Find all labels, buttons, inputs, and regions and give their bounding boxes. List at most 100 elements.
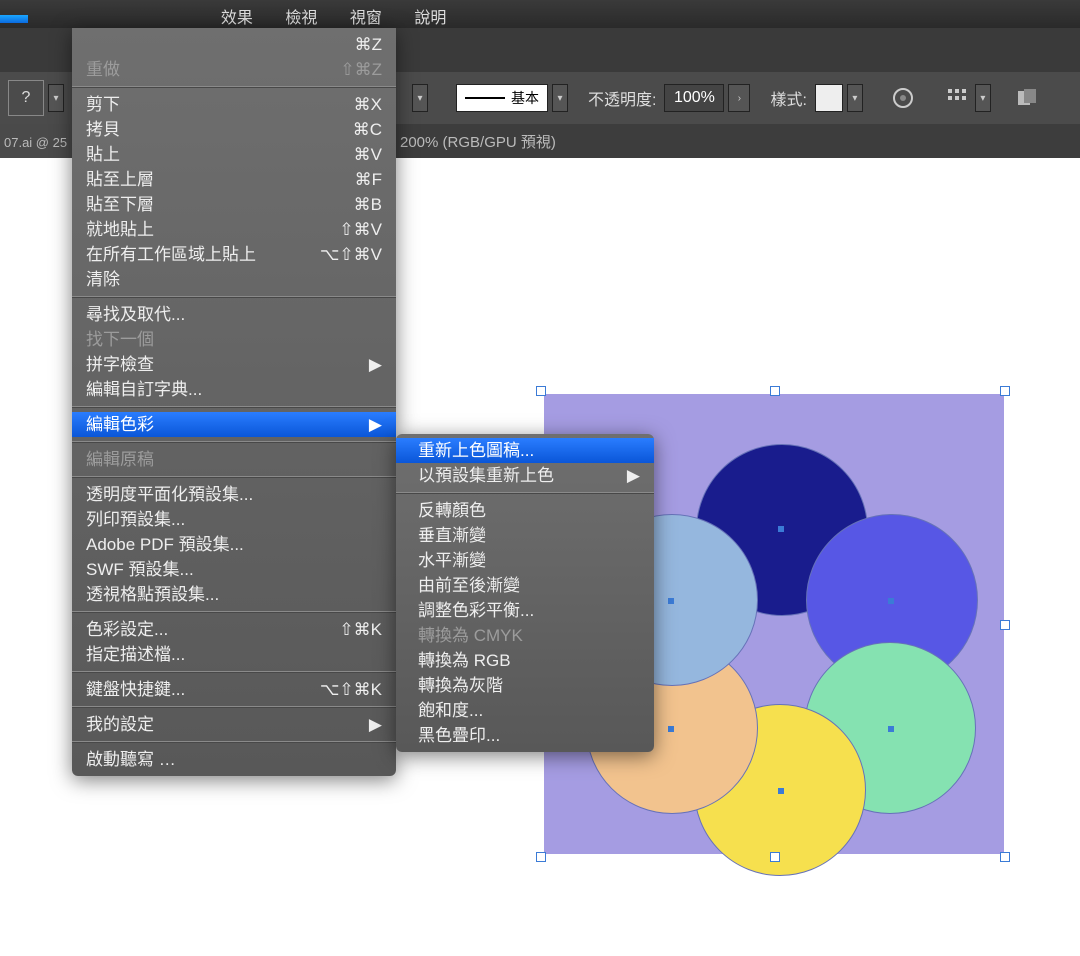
menu-paste-back[interactable]: 貼至下層⌘B [72, 192, 396, 217]
opacity-label: 不透明度: [584, 86, 660, 110]
menu-custom-dict[interactable]: 編輯自訂字典... [72, 377, 396, 402]
align-dropdown[interactable]: ▾ [975, 84, 991, 112]
opacity-more-button[interactable]: › [728, 84, 750, 112]
menu-paste-all[interactable]: 在所有工作區域上貼上⌥⇧⌘V [72, 242, 396, 267]
menu-label: 尋找及取代... [86, 305, 185, 324]
menu-separator [72, 406, 396, 408]
submenu-recolor-preset[interactable]: 以預設集重新上色 ▶ [396, 463, 654, 488]
selection-handle[interactable] [1000, 852, 1010, 862]
menubar-active-item[interactable] [0, 15, 28, 23]
submenu-convert-rgb[interactable]: 轉換為 RGB [396, 648, 654, 673]
menu-color-settings[interactable]: 色彩設定... ⇧⌘K [72, 617, 396, 642]
menu-label: 拼字檢查 [86, 355, 154, 374]
help-dropdown[interactable]: ▾ [48, 84, 64, 112]
selection-center-point [888, 726, 894, 732]
menu-paste-front[interactable]: 貼至上層⌘F [72, 167, 396, 192]
style-dropdown[interactable]: ▾ [847, 84, 863, 112]
menu-clear[interactable]: 清除 [72, 267, 396, 292]
selection-handle[interactable] [1000, 620, 1010, 630]
menu-label: 飽和度... [418, 701, 483, 720]
menu-label: 我的設定 [86, 715, 154, 734]
menu-label: 拷貝 [86, 120, 120, 139]
arrange-icon[interactable] [1013, 84, 1041, 112]
stroke-menu-button[interactable]: ▾ [412, 84, 428, 112]
menu-copy[interactable]: 拷貝⌘C [72, 117, 396, 142]
stroke-preset-dropdown[interactable]: ▾ [552, 84, 568, 112]
menu-keyboard-shortcuts[interactable]: 鍵盤快捷鍵...⌥⇧⌘K [72, 677, 396, 702]
submenu-invert-colors[interactable]: 反轉顏色 [396, 498, 654, 523]
menu-my-settings[interactable]: 我的設定 ▶ [72, 712, 396, 737]
menu-cut[interactable]: 剪下 ⌘X [72, 92, 396, 117]
menu-undo[interactable]: ⌘Z [72, 32, 396, 57]
menu-pdf-preset[interactable]: Adobe PDF 預設集... [72, 532, 396, 557]
menu-label: 轉換為 RGB [418, 651, 511, 670]
menu-shortcut: ⌘X [354, 92, 382, 117]
menu-label: 透視格點預設集... [86, 585, 219, 604]
help-button[interactable]: ? [8, 80, 44, 116]
submenu-convert-grayscale[interactable]: 轉換為灰階 [396, 673, 654, 698]
menu-label: 黑色疊印... [418, 726, 500, 745]
submenu-convert-cmyk: 轉換為 CMYK [396, 623, 654, 648]
menu-print-preset[interactable]: 列印預設集... [72, 507, 396, 532]
menu-label: 鍵盤快捷鍵... [86, 680, 185, 699]
menu-label: 清除 [86, 270, 120, 289]
menu-swf-preset[interactable]: SWF 預設集... [72, 557, 396, 582]
menu-start-dictation[interactable]: 啟動聽寫 … [72, 747, 396, 772]
document-tab-left[interactable]: 07.ai @ 25 [0, 124, 76, 160]
menu-transparency-preset[interactable]: 透明度平面化預設集... [72, 482, 396, 507]
menu-shortcut: ⌘V [354, 142, 382, 167]
menu-spell-check[interactable]: 拼字檢查▶ [72, 352, 396, 377]
menu-separator [72, 611, 396, 613]
selection-handle[interactable] [536, 386, 546, 396]
chevron-right-icon: ▶ [627, 463, 640, 488]
menu-paste[interactable]: 貼上⌘V [72, 142, 396, 167]
selection-center-point [668, 598, 674, 604]
style-swatch[interactable] [815, 84, 843, 112]
selection-center-point [888, 598, 894, 604]
menu-label: 以預設集重新上色 [418, 466, 554, 485]
menu-label: 編輯原稿 [86, 450, 154, 469]
menu-separator [72, 441, 396, 443]
selection-handle[interactable] [1000, 386, 1010, 396]
menu-assign-profile[interactable]: 指定描述檔... [72, 642, 396, 667]
submenu-color-balance[interactable]: 調整色彩平衡... [396, 598, 654, 623]
menu-separator [396, 492, 654, 494]
submenu-overprint-black[interactable]: 黑色疊印... [396, 723, 654, 748]
chevron-right-icon: ▶ [369, 412, 382, 437]
menu-label: 調整色彩平衡... [418, 601, 534, 620]
stroke-style-preview[interactable]: 基本 [456, 84, 548, 112]
menu-label: 剪下 [86, 95, 120, 114]
menu-edit-original: 編輯原稿 [72, 447, 396, 472]
selection-handle[interactable] [770, 386, 780, 396]
submenu-blend-front-back[interactable]: 由前至後漸變 [396, 573, 654, 598]
submenu-saturate[interactable]: 飽和度... [396, 698, 654, 723]
menu-find-replace[interactable]: 尋找及取代... [72, 302, 396, 327]
menu-label: 轉換為灰階 [418, 676, 503, 695]
menu-shortcut: ⇧⌘K [339, 617, 382, 642]
align-icon[interactable] [943, 84, 971, 112]
chevron-right-icon: ▶ [369, 712, 382, 737]
selection-handle[interactable] [536, 852, 546, 862]
menu-shortcut: ⌘Z [355, 32, 382, 57]
menu-label: 水平漸變 [418, 551, 486, 570]
submenu-blend-vertical[interactable]: 垂直漸變 [396, 523, 654, 548]
opacity-value[interactable]: 100% [664, 84, 724, 112]
menu-paste-inplace[interactable]: 就地貼上⇧⌘V [72, 217, 396, 242]
menu-label: 垂直漸變 [418, 526, 486, 545]
selection-handle[interactable] [770, 852, 780, 862]
menu-label: 編輯自訂字典... [86, 380, 202, 399]
menu-separator [72, 86, 396, 88]
menu-label: 在所有工作區域上貼上 [86, 245, 256, 264]
style-label: 樣式: [766, 86, 810, 110]
recolor-icon[interactable] [889, 84, 917, 112]
submenu-blend-horizontal[interactable]: 水平漸變 [396, 548, 654, 573]
menu-label: 指定描述檔... [86, 645, 185, 664]
menu-perspective-preset[interactable]: 透視格點預設集... [72, 582, 396, 607]
menu-edit-colors[interactable]: 編輯色彩▶ [72, 412, 396, 437]
selection-center-point [778, 526, 784, 532]
stroke-preset-label: 基本 [511, 88, 539, 108]
menu-label: 貼至上層 [86, 170, 154, 189]
menu-label: 色彩設定... [86, 620, 168, 639]
app-menubar: 效果 檢視 視窗 說明 [0, 0, 1080, 28]
submenu-recolor-artwork[interactable]: 重新上色圖稿... [396, 438, 654, 463]
